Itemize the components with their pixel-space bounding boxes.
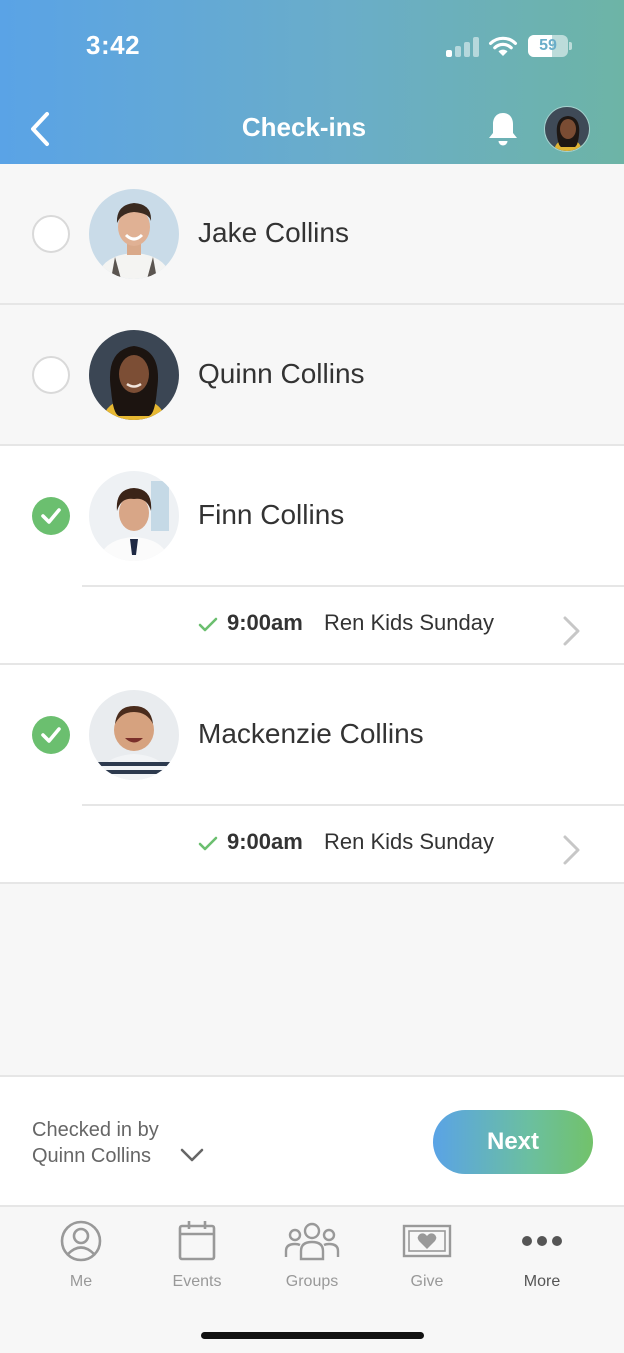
checkin-time: 9:00am: [227, 610, 303, 635]
groups-icon: [284, 1222, 340, 1261]
checkin-time: 9:00am: [227, 829, 303, 854]
profile-avatar[interactable]: [544, 106, 590, 152]
avatar: [89, 690, 179, 780]
avatar: [89, 189, 179, 279]
next-button[interactable]: Next: [433, 1110, 593, 1174]
person-name: Quinn Collins: [198, 358, 365, 389]
tab-label: Events: [172, 1273, 222, 1290]
tab-label: Give: [410, 1273, 444, 1290]
person-name: Finn Collins: [198, 499, 345, 530]
header: 3:42 59 Check-ins: [0, 0, 624, 164]
person-name: Jake Collins: [198, 217, 349, 248]
signal-icon: [446, 37, 480, 57]
avatar: [89, 471, 179, 561]
notification-bell-icon[interactable]: [486, 110, 520, 148]
calendar-icon: [178, 1221, 216, 1261]
checkin-event: Ren Kids Sunday: [324, 610, 494, 635]
checkin-detail-row[interactable]: 9:00am Ren Kids Sunday: [82, 585, 624, 665]
people-list: Jake Collins Quinn Collins Finn Collins …: [0, 164, 624, 884]
battery-icon: 59: [528, 35, 572, 57]
person-name: Mackenzie Collins: [198, 718, 424, 749]
tab-me[interactable]: Me: [31, 1219, 131, 1299]
checkin-footer: Checked in by Quinn Collins Next: [0, 1075, 624, 1205]
selected-checkmark-icon[interactable]: [32, 497, 70, 535]
person-circle-icon: [60, 1220, 102, 1262]
tab-give[interactable]: Give: [377, 1219, 477, 1299]
checkin-event: Ren Kids Sunday: [324, 829, 494, 854]
wifi-icon: [489, 36, 517, 56]
chevron-down-icon[interactable]: [180, 1147, 204, 1163]
checked-in-by-selector[interactable]: Quinn Collins: [32, 1145, 151, 1168]
check-icon: [198, 617, 218, 632]
tab-label: More: [523, 1273, 561, 1290]
tab-label: Me: [69, 1273, 93, 1290]
selected-checkmark-icon[interactable]: [32, 716, 70, 754]
person-row-jake-collins[interactable]: Jake Collins: [0, 164, 624, 305]
chevron-right-icon: [563, 835, 580, 865]
tab-groups[interactable]: Groups: [262, 1219, 362, 1299]
give-icon: [402, 1224, 452, 1258]
check-icon: [198, 836, 218, 851]
tab-more[interactable]: More: [492, 1219, 592, 1299]
tab-bar: Me Events Groups Give More: [0, 1205, 624, 1353]
checked-in-by-label: Checked in by: [32, 1119, 159, 1141]
person-row-finn-collins[interactable]: Finn Collins 9:00am Ren Kids Sunday: [0, 446, 624, 665]
more-icon: [522, 1236, 562, 1246]
tab-label: Groups: [285, 1273, 339, 1290]
battery-percent: 59: [539, 37, 557, 54]
status-time: 3:42: [86, 30, 141, 60]
home-indicator[interactable]: [201, 1332, 424, 1339]
chevron-right-icon: [563, 616, 580, 646]
tab-events[interactable]: Events: [147, 1219, 247, 1299]
select-radio[interactable]: [32, 356, 70, 394]
person-row-mackenzie-collins[interactable]: Mackenzie Collins 9:00am Ren Kids Sunday: [0, 665, 624, 884]
person-row-quinn-collins[interactable]: Quinn Collins: [0, 305, 624, 446]
avatar: [89, 330, 179, 420]
select-radio[interactable]: [32, 215, 70, 253]
checkin-detail-row[interactable]: 9:00am Ren Kids Sunday: [82, 804, 624, 884]
